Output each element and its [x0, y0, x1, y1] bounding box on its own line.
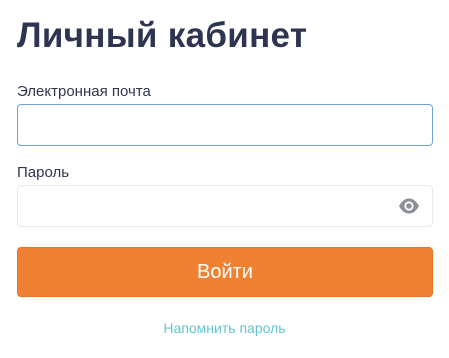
email-field[interactable] [18, 105, 432, 145]
page-title: Личный кабинет [17, 16, 308, 55]
login-page: Личный кабинет Электронная почта Пароль … [0, 0, 449, 358]
remind-password-link[interactable]: Напомнить пароль [0, 319, 449, 337]
email-label: Электронная почта [17, 83, 151, 100]
password-field[interactable] [18, 186, 432, 226]
login-button[interactable]: Войти [17, 247, 433, 297]
password-label: Пароль [17, 164, 70, 181]
password-field-wrapper [17, 185, 433, 227]
eye-icon[interactable] [398, 197, 420, 215]
email-field-wrapper [17, 104, 433, 146]
